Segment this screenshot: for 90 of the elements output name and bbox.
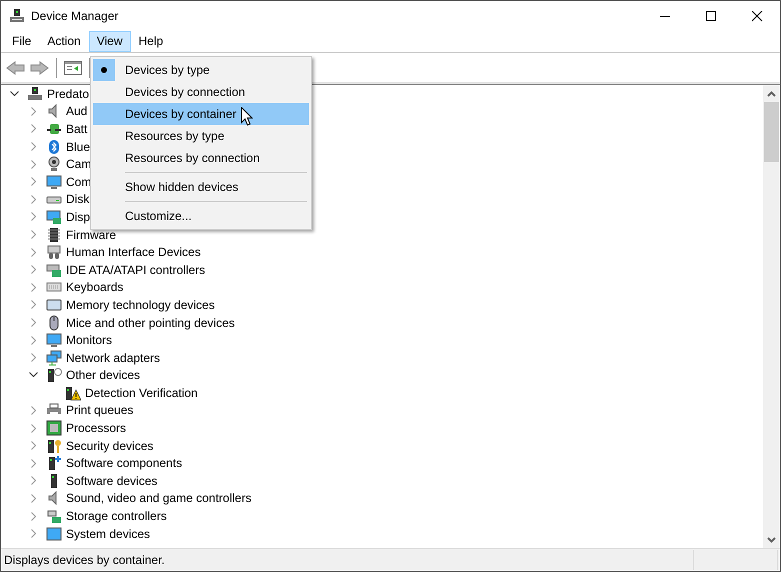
menu-option[interactable]: Devices by type	[93, 59, 309, 81]
tree-item[interactable]: Memory technology devices	[66, 296, 215, 313]
expand-chevron-icon[interactable]	[30, 424, 36, 433]
expand-chevron-icon[interactable]	[30, 300, 36, 310]
computer-icon	[27, 86, 43, 102]
close-icon[interactable]	[752, 10, 762, 22]
webcam-icon	[46, 156, 62, 172]
tree-item[interactable]: System devices	[66, 526, 150, 542]
tree-item[interactable]: Aud	[66, 103, 88, 120]
chip-icon	[46, 226, 62, 243]
menu-item[interactable]: Action	[39, 31, 89, 52]
expand-chevron-icon[interactable]	[30, 494, 36, 503]
expand-chevron-icon[interactable]	[30, 441, 36, 450]
tree-item[interactable]: Software devices	[66, 472, 158, 489]
memory-card-icon	[46, 296, 62, 313]
tree-item[interactable]: Blue	[66, 138, 90, 155]
tree-item[interactable]: Disp	[66, 208, 90, 225]
storage-controller-icon	[46, 508, 62, 524]
tree-item[interactable]: Mice and other pointing devices	[66, 314, 235, 331]
expand-chevron-icon[interactable]	[30, 458, 36, 468]
tree-item[interactable]: Other devices	[66, 367, 140, 384]
status-text: Displays devices by container.	[3, 552, 166, 569]
mouse-pointer-icon	[241, 107, 253, 126]
properties-icon[interactable]	[64, 60, 82, 76]
menu-option[interactable]: Resources by type	[93, 125, 309, 147]
menu-item[interactable]: View	[88, 31, 130, 52]
tree-item[interactable]: IDE ATA/ATAPI controllers	[66, 262, 206, 278]
tree-item[interactable]: Storage controllers	[66, 508, 167, 524]
expand-chevron-icon[interactable]	[30, 512, 36, 521]
security-key-icon	[46, 438, 62, 454]
expand-chevron-icon[interactable]	[30, 212, 36, 222]
menu-option[interactable]: Devices by connection	[93, 81, 309, 103]
expand-chevron-icon[interactable]	[30, 160, 36, 169]
monitor-icon	[46, 174, 62, 190]
tree-item[interactable]: Security devices	[66, 438, 154, 454]
forward-icon[interactable]	[29, 60, 49, 76]
expand-chevron-icon[interactable]	[30, 142, 36, 152]
tree-item[interactable]: Keyboards	[66, 279, 124, 296]
computer-icon	[9, 8, 25, 24]
tree-item[interactable]: Cam	[66, 156, 92, 172]
expand-chevron-icon[interactable]	[30, 282, 36, 292]
bluetooth-icon	[46, 138, 62, 155]
expand-chevron-icon[interactable]	[30, 336, 36, 345]
menu-item[interactable]: File	[4, 31, 40, 52]
menu-option[interactable]: Show hidden devices	[93, 176, 309, 198]
expand-chevron-icon[interactable]	[30, 318, 36, 328]
expand-chevron-icon[interactable]	[30, 353, 36, 362]
expand-chevron-icon[interactable]	[30, 230, 36, 240]
expand-chevron-icon[interactable]	[30, 194, 36, 204]
tree-item[interactable]: Network adapters	[66, 350, 160, 366]
tree-item[interactable]: Batt	[66, 120, 88, 137]
expand-chevron-icon[interactable]	[30, 476, 36, 486]
tree-item[interactable]: Detection Verification	[85, 384, 198, 401]
keyboard-mouse-icon	[46, 244, 62, 260]
menu-item[interactable]: Help	[130, 31, 172, 52]
tree-item[interactable]: Disk	[66, 191, 90, 208]
network-icon	[46, 350, 62, 366]
expand-chevron-icon[interactable]	[30, 106, 36, 116]
expand-chevron-icon[interactable]	[30, 124, 36, 134]
menu-option[interactable]: Customize...	[93, 205, 309, 227]
expand-chevron-icon[interactable]	[30, 265, 36, 274]
system-icon	[46, 526, 62, 542]
software-component-icon	[46, 455, 62, 472]
tree-item[interactable]: Sound, video and game controllers	[66, 490, 252, 506]
tree-item[interactable]: Human Interface Devices	[66, 244, 201, 260]
tree-item[interactable]: Print queues	[66, 402, 134, 418]
tree-item[interactable]: Firmware	[66, 226, 116, 243]
unknown-device-icon	[46, 367, 62, 384]
tree-item[interactable]: Com	[66, 174, 92, 190]
window-title: Device Manager	[31, 8, 118, 25]
expand-chevron-icon[interactable]	[30, 248, 36, 257]
back-icon[interactable]	[6, 60, 26, 76]
processor-icon	[46, 420, 62, 436]
tree-item[interactable]: Predato	[47, 86, 90, 102]
collapse-chevron-icon[interactable]	[29, 372, 38, 378]
tree-item[interactable]: Processors	[66, 420, 126, 436]
menu-option[interactable]: Devices by container	[93, 103, 309, 125]
tree-item[interactable]: Software components	[66, 455, 182, 472]
display-adapter-icon	[46, 208, 62, 225]
expand-chevron-icon[interactable]	[30, 177, 36, 186]
menu-option[interactable]: Resources by connection	[93, 147, 309, 169]
controller-card-icon	[46, 262, 62, 278]
scrollbar-thumb[interactable]	[764, 102, 779, 162]
tree-item[interactable]: Monitors	[66, 332, 112, 348]
collapse-chevron-icon[interactable]	[10, 90, 19, 97]
warning-device-icon	[65, 384, 81, 401]
expand-chevron-icon[interactable]	[30, 529, 36, 538]
expand-chevron-icon[interactable]	[30, 406, 36, 415]
maximize-icon[interactable]	[706, 10, 716, 22]
monitor-icon	[46, 332, 62, 348]
